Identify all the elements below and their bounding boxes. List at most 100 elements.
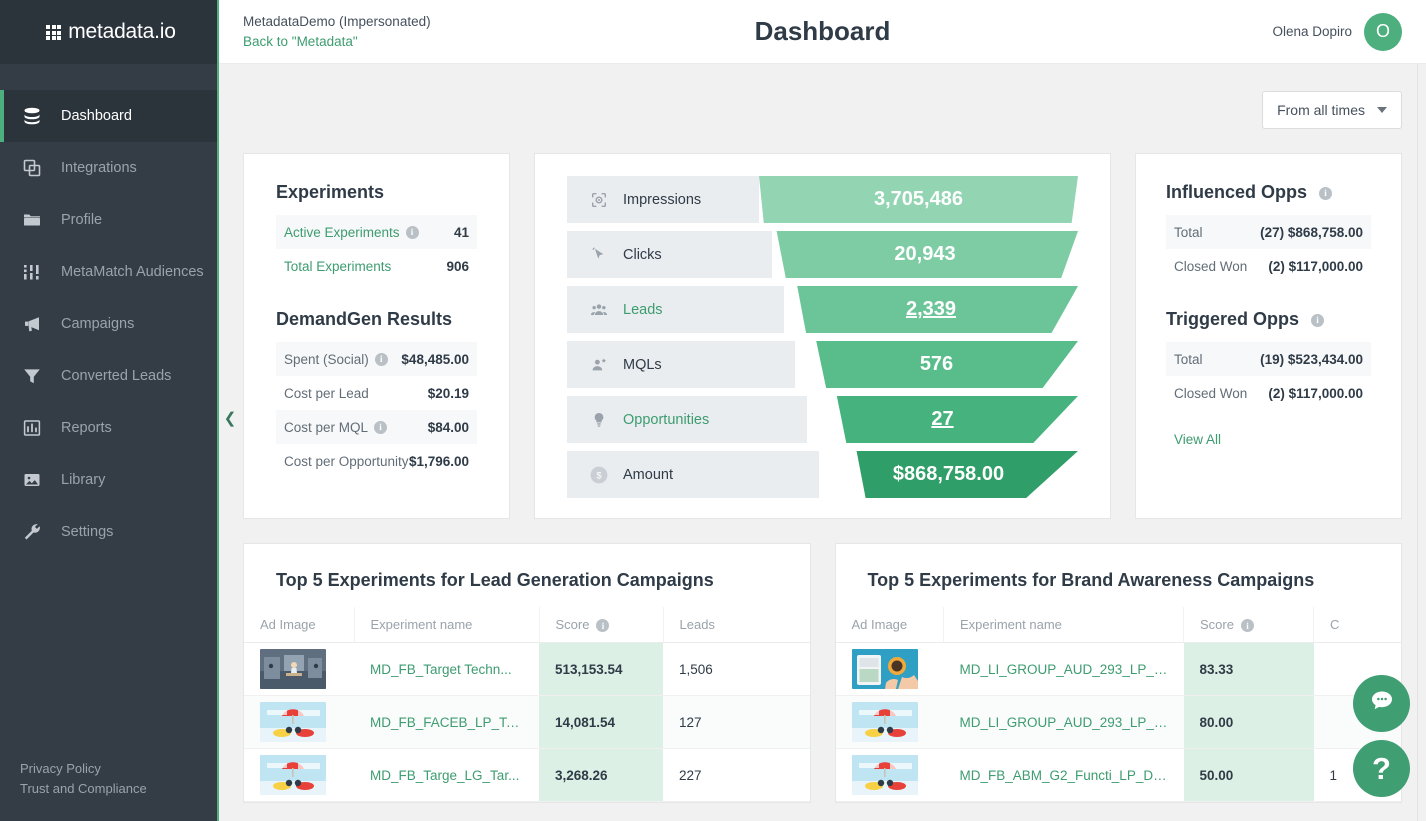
view-all-link[interactable]: View All <box>1166 432 1371 447</box>
sidebar-item-label: Reports <box>61 420 112 436</box>
info-icon[interactable]: i <box>406 226 419 239</box>
funnel-bar: 576 <box>795 341 1078 388</box>
sidebar: metadata.io Dashboard Integrations Profi… <box>0 0 219 821</box>
spent-social-value: $48,485.00 <box>401 352 469 367</box>
triggered-opps-title: Triggered Opps i <box>1166 309 1371 330</box>
funnel-value[interactable]: 27 <box>931 408 953 431</box>
info-icon[interactable]: i <box>1319 187 1332 200</box>
sidebar-item-dashboard[interactable]: Dashboard <box>0 90 217 142</box>
main-area: MetadataDemo (Impersonated) Back to "Met… <box>219 0 1426 821</box>
funnel-stage-impressions: Impressions 3,705,486 <box>567 176 1078 223</box>
table-header-row: Ad Image Experiment name Scorei C <box>836 607 1402 643</box>
cost-per-lead-value: $20.19 <box>428 386 469 401</box>
funnel-icon <box>20 364 44 388</box>
lightbulb-icon <box>589 410 609 430</box>
experiment-name-cell[interactable]: MD_LI_GROUP_AUD_293_LP_We... <box>944 643 1184 696</box>
experiment-name-cell[interactable]: MD_FB_Target Techn... <box>354 643 539 696</box>
experiments-card: Experiments Active Experiments i 41 Tota… <box>243 153 510 519</box>
sidebar-item-integrations[interactable]: Integrations <box>0 142 217 194</box>
funnel-bar: 2,339 <box>784 286 1078 333</box>
leads-cell: 227 <box>663 749 810 802</box>
sidebar-item-label: Profile <box>61 212 102 228</box>
trust-compliance-link[interactable]: Trust and Compliance <box>20 779 217 799</box>
cost-per-opportunity-label: Cost per Opportunity <box>284 454 409 469</box>
topbar: MetadataDemo (Impersonated) Back to "Met… <box>219 0 1426 64</box>
privacy-policy-link[interactable]: Privacy Policy <box>20 759 217 779</box>
funnel-label-text[interactable]: Leads <box>623 302 663 318</box>
brand-logo[interactable]: metadata.io <box>0 0 217 64</box>
score-cell: 80.00 <box>1184 696 1314 749</box>
score-cell: 3,268.26 <box>539 749 663 802</box>
experiment-name-cell[interactable]: MD_FB_Targe_LG_Tar... <box>354 749 539 802</box>
info-icon[interactable]: i <box>374 421 387 434</box>
influenced-opps-title-text: Influenced Opps <box>1166 182 1307 202</box>
info-icon[interactable]: i <box>1311 314 1324 327</box>
date-range-filter[interactable]: From all times <box>1262 91 1402 129</box>
col-ad-image[interactable]: Ad Image <box>244 607 354 643</box>
back-to-metadata-link[interactable]: Back to "Metadata" <box>243 33 431 51</box>
total-experiments-label: Total Experiments <box>284 259 391 274</box>
sidebar-item-profile[interactable]: Profile <box>0 194 217 246</box>
influenced-closed-won-row: Closed Won (2) $117,000.00 <box>1166 249 1371 283</box>
sidebar-item-settings[interactable]: Settings <box>0 506 217 558</box>
funnel-value: 3,705,486 <box>874 188 963 211</box>
funnel-label-text: Amount <box>623 467 673 483</box>
table-row[interactable]: MD_FB_FACEB_LP_Ta... 14,081.54 127 <box>244 696 810 749</box>
info-icon[interactable]: i <box>1241 619 1254 632</box>
funnel-value: $868,758.00 <box>893 463 1004 486</box>
table-row[interactable]: MD_LI_GROUP_AUD_293_LP_CT... 80.00 <box>836 696 1402 749</box>
floating-action-buttons: ? <box>1353 675 1410 797</box>
table-row[interactable]: MD_FB_ABM_G2_Functi_LP_De... 50.00 1 <box>836 749 1402 802</box>
table-row[interactable]: MD_FB_Target Techn... 513,153.54 1,506 <box>244 643 810 696</box>
bar-chart-icon <box>20 416 44 440</box>
funnel-value[interactable]: 2,339 <box>906 298 956 321</box>
sidebar-item-library[interactable]: Library <box>0 454 217 506</box>
col-clicks[interactable]: C <box>1314 607 1402 643</box>
lead-generation-table-title: Top 5 Experiments for Lead Generation Ca… <box>244 570 810 591</box>
experiment-name-cell[interactable]: MD_FB_FACEB_LP_Ta... <box>354 696 539 749</box>
image-icon <box>20 468 44 492</box>
col-ad-image[interactable]: Ad Image <box>836 607 944 643</box>
table-row[interactable]: MD_LI_GROUP_AUD_293_LP_We... 83.33 <box>836 643 1402 696</box>
info-icon[interactable]: i <box>596 619 609 632</box>
col-score-label: Score <box>1200 617 1234 632</box>
triggered-closed-won-row: Closed Won (2) $117,000.00 <box>1166 376 1371 410</box>
experiment-name-cell[interactable]: MD_LI_GROUP_AUD_293_LP_CT... <box>944 696 1184 749</box>
funnel-bar: 3,705,486 <box>759 176 1078 223</box>
funnel-label-text[interactable]: Opportunities <box>623 412 709 428</box>
office-ad-thumb <box>260 649 326 689</box>
database-icon <box>20 104 44 128</box>
grid-logo-icon <box>46 25 61 40</box>
beach-ad-thumb <box>260 702 326 742</box>
user-menu[interactable]: Olena Dopiro O <box>1272 13 1402 51</box>
total-experiments-row: Total Experiments 906 <box>276 249 477 283</box>
sliders-icon <box>20 260 44 284</box>
info-icon[interactable]: i <box>375 353 388 366</box>
score-cell: 513,153.54 <box>539 643 663 696</box>
col-experiment-name[interactable]: Experiment name <box>354 607 539 643</box>
avatar[interactable]: O <box>1364 13 1402 51</box>
integrations-icon <box>20 156 44 180</box>
sidebar-collapse-button[interactable]: ❮ <box>219 402 241 434</box>
col-score[interactable]: Scorei <box>1184 607 1314 643</box>
sidebar-item-label: Settings <box>61 524 113 540</box>
sidebar-item-reports[interactable]: Reports <box>0 402 217 454</box>
triggered-closed-won-label: Closed Won <box>1174 386 1247 401</box>
chat-button[interactable] <box>1353 675 1410 732</box>
col-score[interactable]: Scorei <box>539 607 663 643</box>
col-leads[interactable]: Leads <box>663 607 810 643</box>
triggered-total-value: (19) $523,434.00 <box>1260 352 1363 367</box>
influenced-closed-won-value: (2) $117,000.00 <box>1268 259 1363 274</box>
sidebar-item-campaigns[interactable]: Campaigns <box>0 298 217 350</box>
sidebar-item-converted-leads[interactable]: Converted Leads <box>0 350 217 402</box>
help-button[interactable]: ? <box>1353 740 1410 797</box>
page-scrollbar[interactable] <box>1417 64 1426 821</box>
table-row[interactable]: MD_FB_Targe_LG_Tar... 3,268.26 227 <box>244 749 810 802</box>
col-experiment-name[interactable]: Experiment name <box>944 607 1184 643</box>
experiment-name-cell[interactable]: MD_FB_ABM_G2_Functi_LP_De... <box>944 749 1184 802</box>
opps-card: Influenced Opps i Total (27) $868,758.00… <box>1135 153 1402 519</box>
sidebar-item-label: Dashboard <box>61 108 132 124</box>
sidebar-item-metamatch-audiences[interactable]: MetaMatch Audiences <box>0 246 217 298</box>
lead-generation-table-card: Top 5 Experiments for Lead Generation Ca… <box>243 543 811 803</box>
ad-image-cell <box>836 696 944 749</box>
